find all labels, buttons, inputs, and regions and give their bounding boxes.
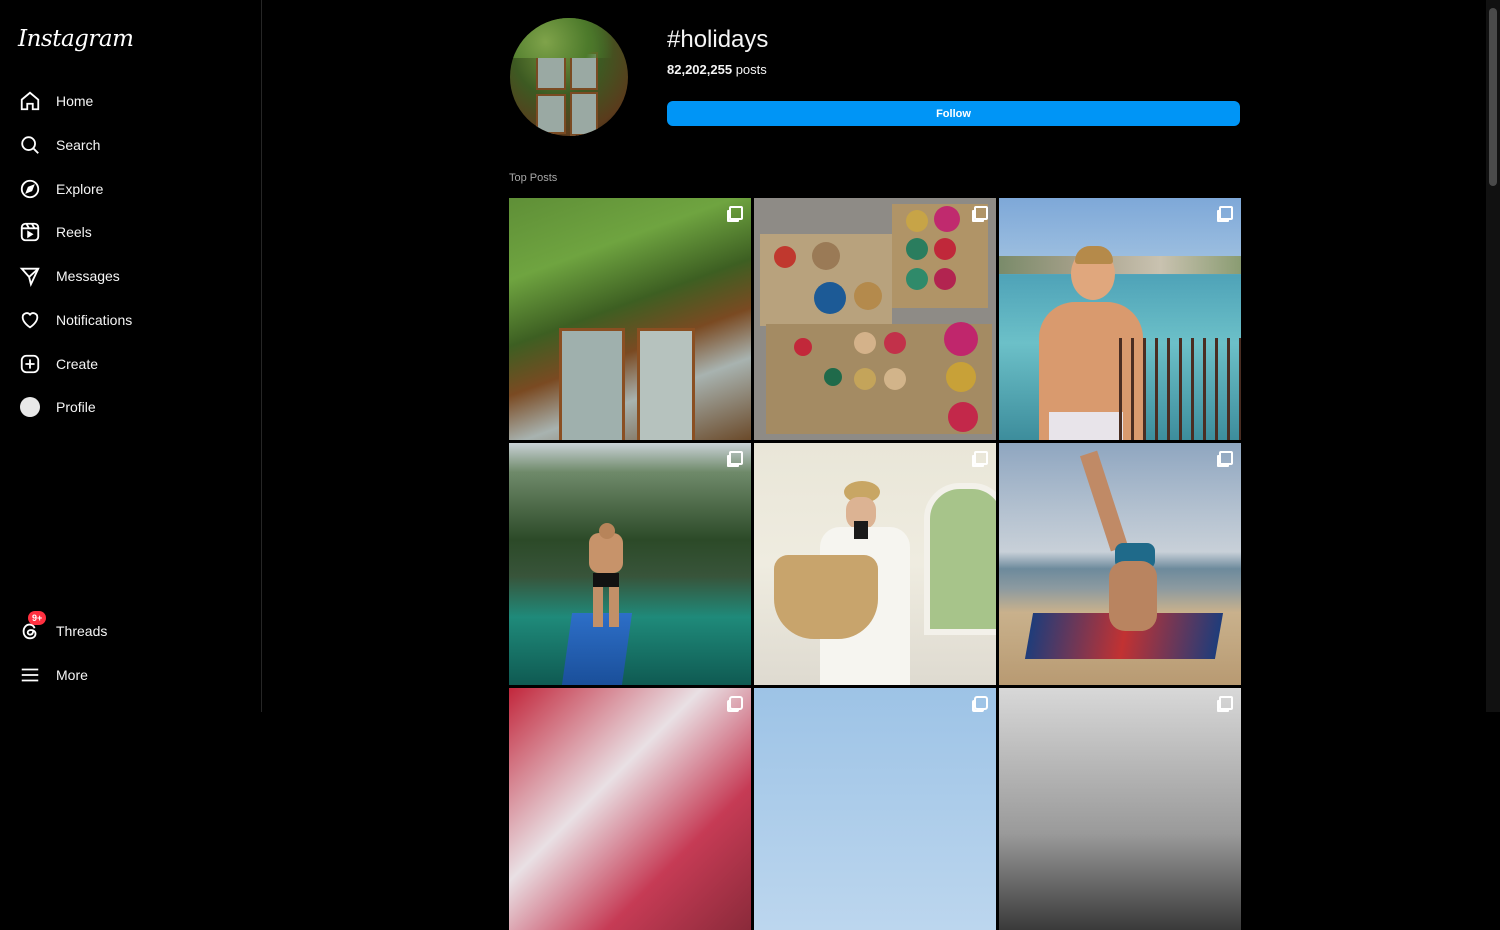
sidebar-item-label: Threads xyxy=(56,623,108,639)
sidebar-item-more[interactable]: More xyxy=(10,655,248,695)
reels-icon xyxy=(18,220,42,244)
post-tile[interactable] xyxy=(754,688,996,930)
reels-icon xyxy=(729,696,743,710)
carousel-icon xyxy=(1219,206,1233,220)
plus-square-icon xyxy=(18,352,42,376)
reels-icon xyxy=(974,696,988,710)
sidebar-item-create[interactable]: Create xyxy=(10,344,248,384)
hashtag-title: #holidays xyxy=(667,26,769,53)
search-icon xyxy=(18,133,42,157)
sidebar-item-home[interactable]: Home xyxy=(10,81,248,121)
sidebar-item-label: Explore xyxy=(56,181,104,197)
sidebar-item-label: Notifications xyxy=(56,312,133,328)
sidebar-item-profile[interactable]: Profile xyxy=(10,387,248,427)
send-icon xyxy=(18,264,42,288)
sidebar-item-label: Profile xyxy=(56,399,96,415)
sidebar-item-label: Reels xyxy=(56,224,92,240)
instagram-logo[interactable]: Instagram xyxy=(18,26,134,52)
post-tile[interactable] xyxy=(999,443,1241,685)
post-tile[interactable] xyxy=(754,443,996,685)
sidebar-item-messages[interactable]: Messages xyxy=(10,256,248,296)
compass-icon xyxy=(18,177,42,201)
sidebar-item-label: More xyxy=(56,667,88,683)
sidebar: Instagram Home Search Explore Reels Mess… xyxy=(0,0,262,712)
sidebar-item-reels[interactable]: Reels xyxy=(10,212,248,252)
sidebar-item-label: Create xyxy=(56,356,99,372)
post-tile[interactable] xyxy=(509,198,751,440)
carousel-icon xyxy=(1219,696,1233,710)
top-posts-label: Top Posts xyxy=(509,172,558,184)
avatar-icon xyxy=(18,395,42,419)
heart-icon xyxy=(18,308,42,332)
carousel-icon xyxy=(974,206,988,220)
carousel-icon xyxy=(1219,451,1233,465)
post-tile[interactable] xyxy=(754,198,996,440)
carousel-icon xyxy=(974,451,988,465)
notification-badge: 9+ xyxy=(28,611,47,625)
threads-icon: 9+ xyxy=(18,611,47,643)
scrollbar[interactable] xyxy=(1486,0,1500,712)
post-tile[interactable] xyxy=(509,443,751,685)
sidebar-item-label: Messages xyxy=(56,268,120,284)
sidebar-item-threads[interactable]: 9+ Threads xyxy=(10,611,248,651)
hashtag-page: #holidays 82,202,255 posts Follow Top Po… xyxy=(262,0,1486,930)
carousel-icon xyxy=(729,451,743,465)
sidebar-item-label: Search xyxy=(56,137,101,153)
sidebar-item-notifications[interactable]: Notifications xyxy=(10,300,248,340)
post-tile[interactable] xyxy=(999,198,1241,440)
post-count-value: 82,202,255 xyxy=(667,62,733,77)
sidebar-item-search[interactable]: Search xyxy=(10,125,248,165)
carousel-icon xyxy=(729,206,743,220)
post-count-label: posts xyxy=(735,62,767,77)
post-count: 82,202,255 posts xyxy=(667,62,767,77)
sidebar-item-label: Home xyxy=(56,93,94,109)
sidebar-item-explore[interactable]: Explore xyxy=(10,169,248,209)
scrollbar-thumb[interactable] xyxy=(1489,8,1497,186)
follow-button[interactable]: Follow xyxy=(667,101,1240,126)
post-tile[interactable] xyxy=(509,688,751,930)
post-tile[interactable] xyxy=(999,688,1241,930)
hashtag-avatar xyxy=(510,18,628,136)
home-icon xyxy=(18,89,42,113)
menu-icon xyxy=(18,663,42,687)
